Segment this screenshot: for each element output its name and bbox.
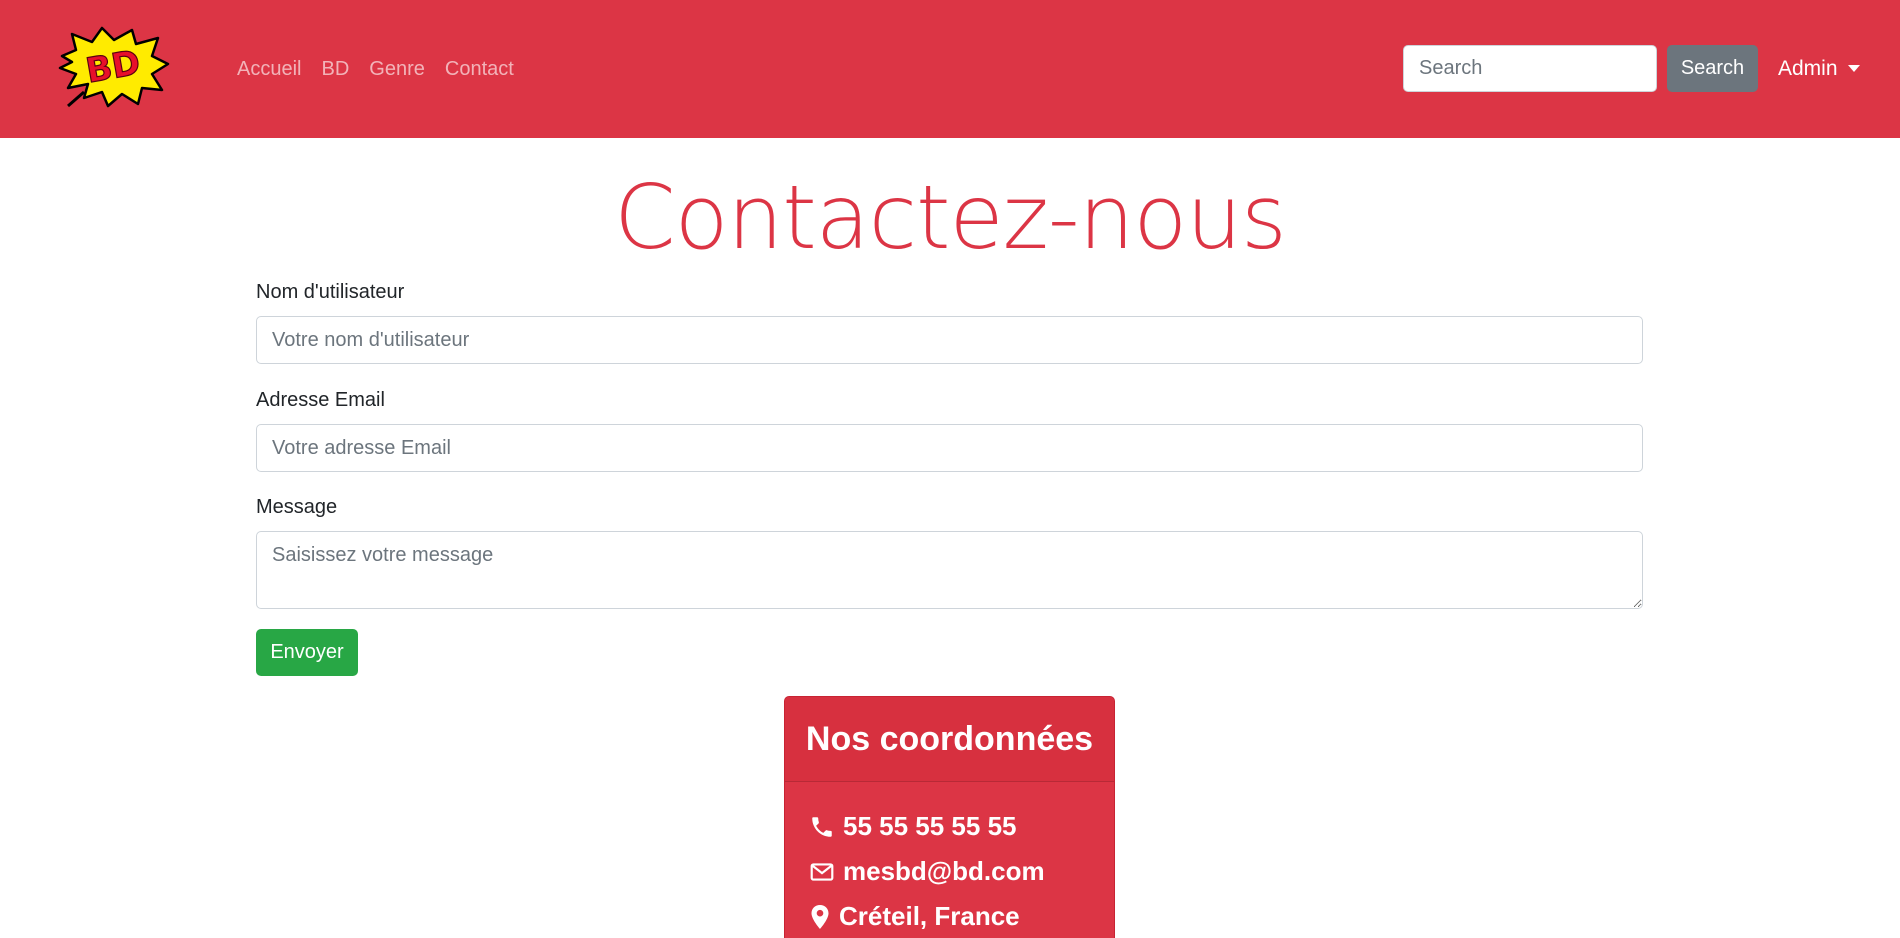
submit-button[interactable]: Envoyer (256, 629, 358, 676)
contact-location-text: Créteil, France (839, 901, 1020, 931)
contact-email: mesbd@bd.com (809, 849, 1090, 894)
chevron-down-icon (1847, 65, 1860, 72)
contact-card: Nos coordonnées 55 55 55 55 55 mesbd@bd.… (784, 696, 1115, 938)
top-navbar: BD Accueil BD Genre Contact Search Admin (0, 0, 1900, 138)
search-button[interactable]: Search (1667, 45, 1758, 92)
nav-link-genre[interactable]: Genre (369, 58, 425, 81)
page-title: Contactez-nous (614, 166, 1287, 269)
message-label: Message (256, 496, 338, 518)
admin-dropdown[interactable]: Admin (1778, 45, 1860, 92)
contact-email-text: mesbd@bd.com (843, 856, 1045, 886)
username-label: Nom d'utilisateur (256, 281, 405, 303)
contact-card-title: Nos coordonnées (785, 697, 1114, 782)
username-field[interactable] (256, 316, 1643, 364)
nav-link-bd[interactable]: BD (321, 58, 349, 81)
map-marker-icon (811, 904, 829, 929)
brand-logo[interactable]: BD (58, 26, 170, 108)
phone-icon (812, 816, 832, 837)
main-nav: Accueil BD Genre Contact (237, 0, 534, 138)
contact-phone-text: 55 55 55 55 55 (843, 811, 1017, 841)
admin-dropdown-label: Admin (1778, 56, 1838, 80)
contact-location: Créteil, France (809, 894, 1090, 938)
contact-card-body: 55 55 55 55 55 mesbd@bd.com Créteil, Fra… (785, 782, 1114, 938)
nav-link-contact[interactable]: Contact (445, 58, 514, 81)
email-field[interactable] (256, 424, 1643, 472)
logo-speech-tail (67, 90, 85, 108)
email-label: Adresse Email (256, 389, 385, 411)
nav-link-accueil[interactable]: Accueil (237, 58, 301, 81)
contact-phone: 55 55 55 55 55 (809, 804, 1090, 849)
envelope-icon (810, 862, 834, 881)
message-textarea[interactable] (256, 531, 1643, 609)
search-input[interactable] (1403, 45, 1657, 92)
